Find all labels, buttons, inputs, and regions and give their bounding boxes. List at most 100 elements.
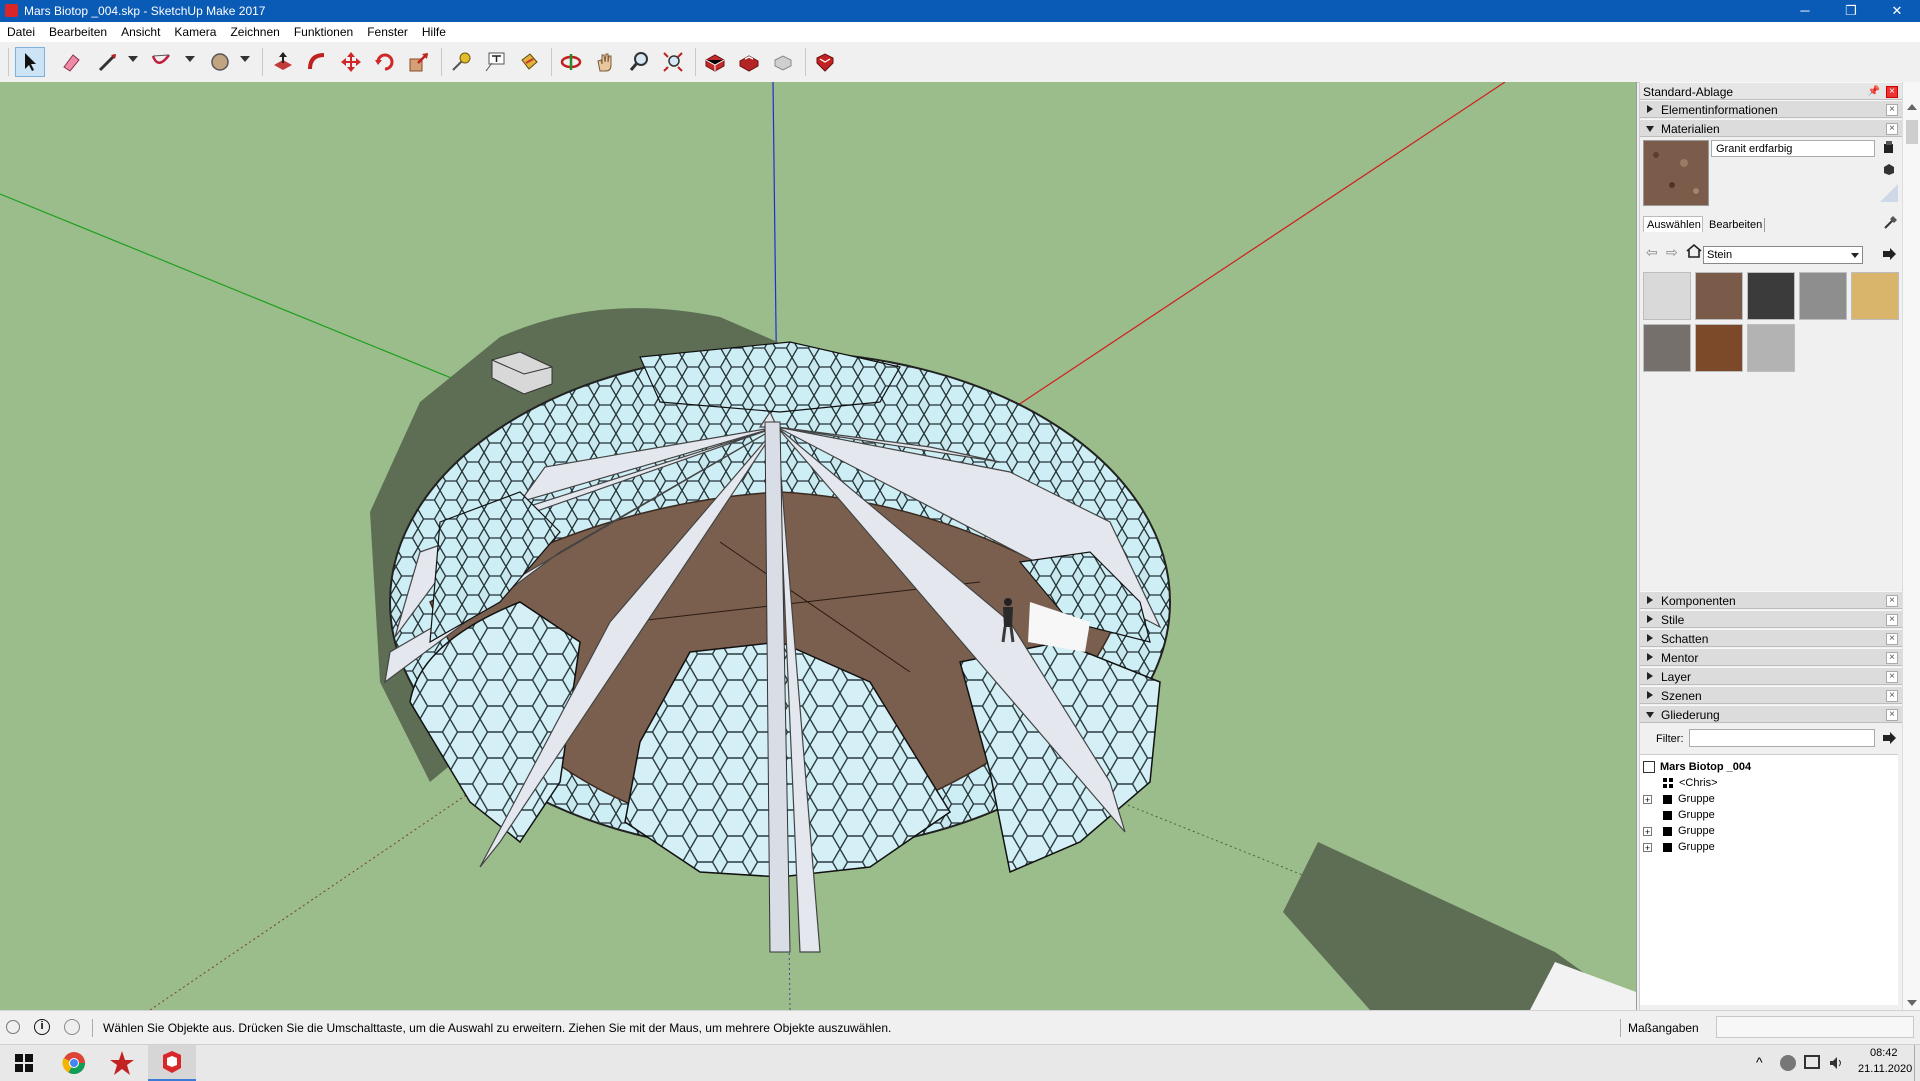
tray-overflow-icon[interactable]: ^ <box>1756 1054 1763 1070</box>
material-swatch-3[interactable] <box>1747 272 1795 320</box>
shape-tool-dropdown[interactable] <box>240 56 250 62</box>
arc-tool-dropdown[interactable] <box>185 56 195 62</box>
element-info-header[interactable]: Elementinformationen × <box>1640 100 1902 118</box>
menu-hilfe[interactable]: Hilfe <box>415 22 453 39</box>
outliner-item-group-1[interactable]: Gruppe <box>1663 793 1715 805</box>
3d-viewport[interactable] <box>0 82 1637 1010</box>
default-material-icon[interactable] <box>1880 184 1898 202</box>
details-arrow-icon[interactable] <box>1881 246 1897 262</box>
scenes-close-icon[interactable]: × <box>1886 690 1898 702</box>
orbit-tool[interactable] <box>556 47 586 77</box>
shadows-header[interactable]: Schatten × <box>1640 629 1902 647</box>
pin-icon[interactable]: 📌 <box>1868 86 1880 97</box>
expand-plus-icon[interactable]: + <box>1643 827 1652 837</box>
follow-me-tool[interactable] <box>302 47 332 77</box>
components-header[interactable]: Komponenten × <box>1640 591 1902 609</box>
title-bar[interactable]: Mars Biotop _004.skp - SketchUp Make 201… <box>0 0 1920 22</box>
outliner-header[interactable]: Gliederung × <box>1640 705 1902 723</box>
material-name-input[interactable] <box>1711 140 1875 157</box>
zoom-tool[interactable] <box>624 47 654 77</box>
create-material-icon[interactable] <box>1882 140 1896 154</box>
extension-manager-button[interactable] <box>810 47 840 77</box>
menu-funktionen[interactable]: Funktionen <box>287 22 360 39</box>
material-swatch-2[interactable] <box>1695 272 1743 320</box>
taskbar-sketchup[interactable] <box>148 1045 196 1081</box>
display-secondary-pane-icon[interactable] <box>1882 162 1896 176</box>
measurements-input[interactable] <box>1716 1016 1914 1038</box>
close-button[interactable]: ✕ <box>1874 0 1920 22</box>
tab-edit[interactable]: Bearbeiten <box>1707 218 1765 232</box>
extension-warehouse-button[interactable] <box>734 47 764 77</box>
scale-tool[interactable] <box>404 47 434 77</box>
materials-close-icon[interactable]: × <box>1886 123 1898 135</box>
menu-datei[interactable]: Datei <box>0 22 42 39</box>
library-select[interactable]: Stein <box>1703 246 1863 264</box>
circle-tool[interactable] <box>205 47 235 77</box>
material-swatch-8[interactable] <box>1747 324 1795 372</box>
material-swatch-1[interactable] <box>1643 272 1691 320</box>
paint-bucket-tool[interactable] <box>514 47 544 77</box>
clock-time[interactable]: 08:42 <box>1870 1047 1898 1059</box>
outliner-filter-input[interactable] <box>1689 729 1875 747</box>
tape-measure-tool[interactable] <box>446 47 476 77</box>
network-icon[interactable] <box>1804 1055 1820 1069</box>
menu-zeichnen[interactable]: Zeichnen <box>223 22 286 39</box>
material-swatch-5[interactable] <box>1851 272 1899 320</box>
forward-arrow-icon[interactable]: ⇨ <box>1666 244 1682 260</box>
scene-canvas[interactable] <box>0 82 1636 1010</box>
geolocation-icon[interactable] <box>6 1020 20 1034</box>
back-arrow-icon[interactable]: ⇦ <box>1646 244 1662 260</box>
eraser-tool[interactable] <box>56 47 86 77</box>
components-close-icon[interactable]: × <box>1886 595 1898 607</box>
menu-bearbeiten[interactable]: Bearbeiten <box>42 22 114 39</box>
layout-button[interactable] <box>768 47 798 77</box>
volume-icon[interactable] <box>1828 1055 1844 1071</box>
expand-plus-icon[interactable]: + <box>1643 795 1652 805</box>
move-tool[interactable] <box>336 47 366 77</box>
material-preview[interactable] <box>1643 140 1709 206</box>
material-swatch-7[interactable] <box>1695 324 1743 372</box>
info-icon[interactable]: i <box>34 1019 50 1035</box>
menu-ansicht[interactable]: Ansicht <box>114 22 167 39</box>
material-swatch-4[interactable] <box>1799 272 1847 320</box>
sample-paint-icon[interactable] <box>1883 214 1899 230</box>
taskbar-chrome[interactable] <box>50 1045 98 1081</box>
tray-scrollbar[interactable] <box>1902 82 1920 1010</box>
element-info-close-icon[interactable]: × <box>1886 104 1898 116</box>
menu-kamera[interactable]: Kamera <box>167 22 223 39</box>
home-icon[interactable] <box>1686 243 1702 259</box>
maximize-button[interactable]: ❐ <box>1828 0 1874 22</box>
layer-header[interactable]: Layer × <box>1640 667 1902 685</box>
pan-tool[interactable] <box>590 47 620 77</box>
clock-date[interactable]: 21.11.2020 <box>1858 1063 1912 1075</box>
layer-close-icon[interactable]: × <box>1886 671 1898 683</box>
outliner-item-group-4[interactable]: Gruppe <box>1663 841 1715 853</box>
outliner-close-icon[interactable]: × <box>1886 709 1898 721</box>
minimize-button[interactable]: ─ <box>1782 0 1828 22</box>
arc-tool[interactable] <box>146 47 176 77</box>
outliner-item-group-3[interactable]: Gruppe <box>1663 825 1715 837</box>
text-tool[interactable] <box>480 47 510 77</box>
outliner-root[interactable]: Mars Biotop _004 <box>1643 761 1751 774</box>
outliner-details-arrow-icon[interactable] <box>1881 730 1897 746</box>
material-swatch-6[interactable] <box>1643 324 1691 372</box>
shadows-close-icon[interactable]: × <box>1886 633 1898 645</box>
mentor-header[interactable]: Mentor × <box>1640 648 1902 666</box>
tray-app-icon[interactable] <box>1780 1055 1796 1071</box>
scroll-down-icon[interactable] <box>1907 1000 1917 1006</box>
styles-close-icon[interactable]: × <box>1886 614 1898 626</box>
tray-close-icon[interactable]: × <box>1886 86 1898 98</box>
menu-fenster[interactable]: Fenster <box>360 22 415 39</box>
rotate-tool[interactable] <box>370 47 400 77</box>
expand-plus-icon[interactable]: + <box>1643 843 1652 853</box>
line-tool-dropdown[interactable] <box>128 56 138 62</box>
styles-header[interactable]: Stile × <box>1640 610 1902 628</box>
materials-header[interactable]: Materialien × <box>1640 119 1902 137</box>
start-button[interactable] <box>0 1045 48 1081</box>
select-tool[interactable] <box>15 47 45 77</box>
zoom-extents-tool[interactable] <box>658 47 688 77</box>
mentor-close-icon[interactable]: × <box>1886 652 1898 664</box>
toolbar-grip[interactable] <box>8 48 9 76</box>
push-pull-tool[interactable] <box>268 47 298 77</box>
scenes-header[interactable]: Szenen × <box>1640 686 1902 704</box>
